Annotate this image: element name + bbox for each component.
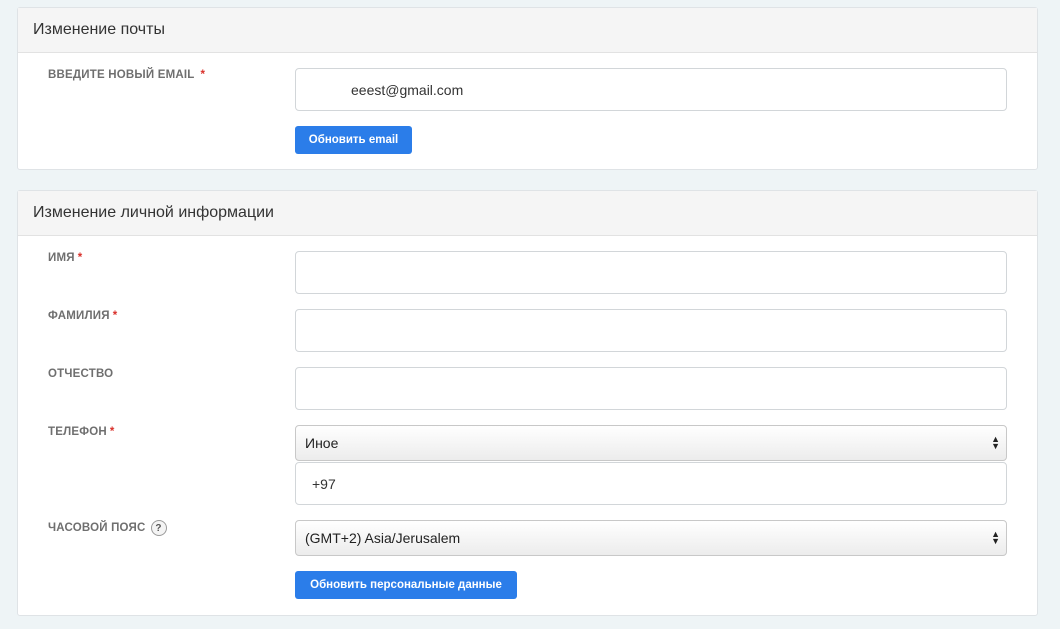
required-mark: * [77, 252, 83, 264]
timezone-label: ЧАСОВОЙ ПОЯС [48, 522, 146, 534]
last-name-label-row: ФАМИЛИЯ * [48, 310, 117, 322]
email-label: ВВЕДИТЕ НОВЫЙ EMAIL [48, 69, 195, 81]
question-circle-icon[interactable]: ? [150, 520, 167, 536]
email-input[interactable]: eeest@gmail.com [295, 68, 1007, 111]
middle-name-label-row: ОТЧЕСТВО [48, 368, 113, 380]
required-mark: * [200, 69, 206, 81]
info-panel-title: Изменение личной информации [18, 191, 1037, 236]
email-input-value: eeest@gmail.com [351, 81, 464, 98]
email-label-row: ВВЕДИТЕ НОВЫЙ EMAIL * [48, 69, 205, 81]
timezone-selected: (GMT+2) Asia/Jerusalem [305, 530, 461, 546]
updown-arrows-icon: ▲ ▼ [991, 434, 1000, 451]
email-change-panel: Изменение почты ВВЕДИТЕ НОВЫЙ EMAIL * ee… [17, 7, 1038, 170]
phone-country-select[interactable]: Иное ▲ ▼ [295, 425, 1007, 461]
timezone-select[interactable]: (GMT+2) Asia/Jerusalem ▲ ▼ [295, 520, 1007, 556]
personal-info-panel: Изменение личной информации ИМЯ * ФАМИЛИ… [17, 190, 1038, 616]
first-name-label: ИМЯ [48, 252, 75, 264]
updown-arrows-icon: ▲ ▼ [991, 529, 1000, 546]
phone-label: ТЕЛЕФОН [48, 426, 107, 438]
middle-name-input[interactable] [295, 367, 1007, 410]
update-email-button[interactable]: Обновить email [295, 126, 412, 154]
phone-label-row: ТЕЛЕФОН * [48, 426, 115, 438]
first-name-label-row: ИМЯ * [48, 252, 82, 264]
phone-value: +97 [312, 475, 336, 492]
last-name-input[interactable] [295, 309, 1007, 352]
update-personal-data-button[interactable]: Обновить персональные данные [295, 571, 517, 599]
required-mark: * [109, 426, 115, 438]
email-panel-title: Изменение почты [18, 8, 1037, 53]
phone-country-selected: Иное [305, 435, 339, 451]
required-mark: * [112, 310, 118, 322]
timezone-label-row: ЧАСОВОЙ ПОЯС ? [48, 520, 167, 536]
last-name-label: ФАМИЛИЯ [48, 310, 110, 322]
middle-name-label: ОТЧЕСТВО [48, 368, 114, 380]
first-name-input[interactable] [295, 251, 1007, 294]
phone-input[interactable]: +97 [295, 462, 1007, 505]
